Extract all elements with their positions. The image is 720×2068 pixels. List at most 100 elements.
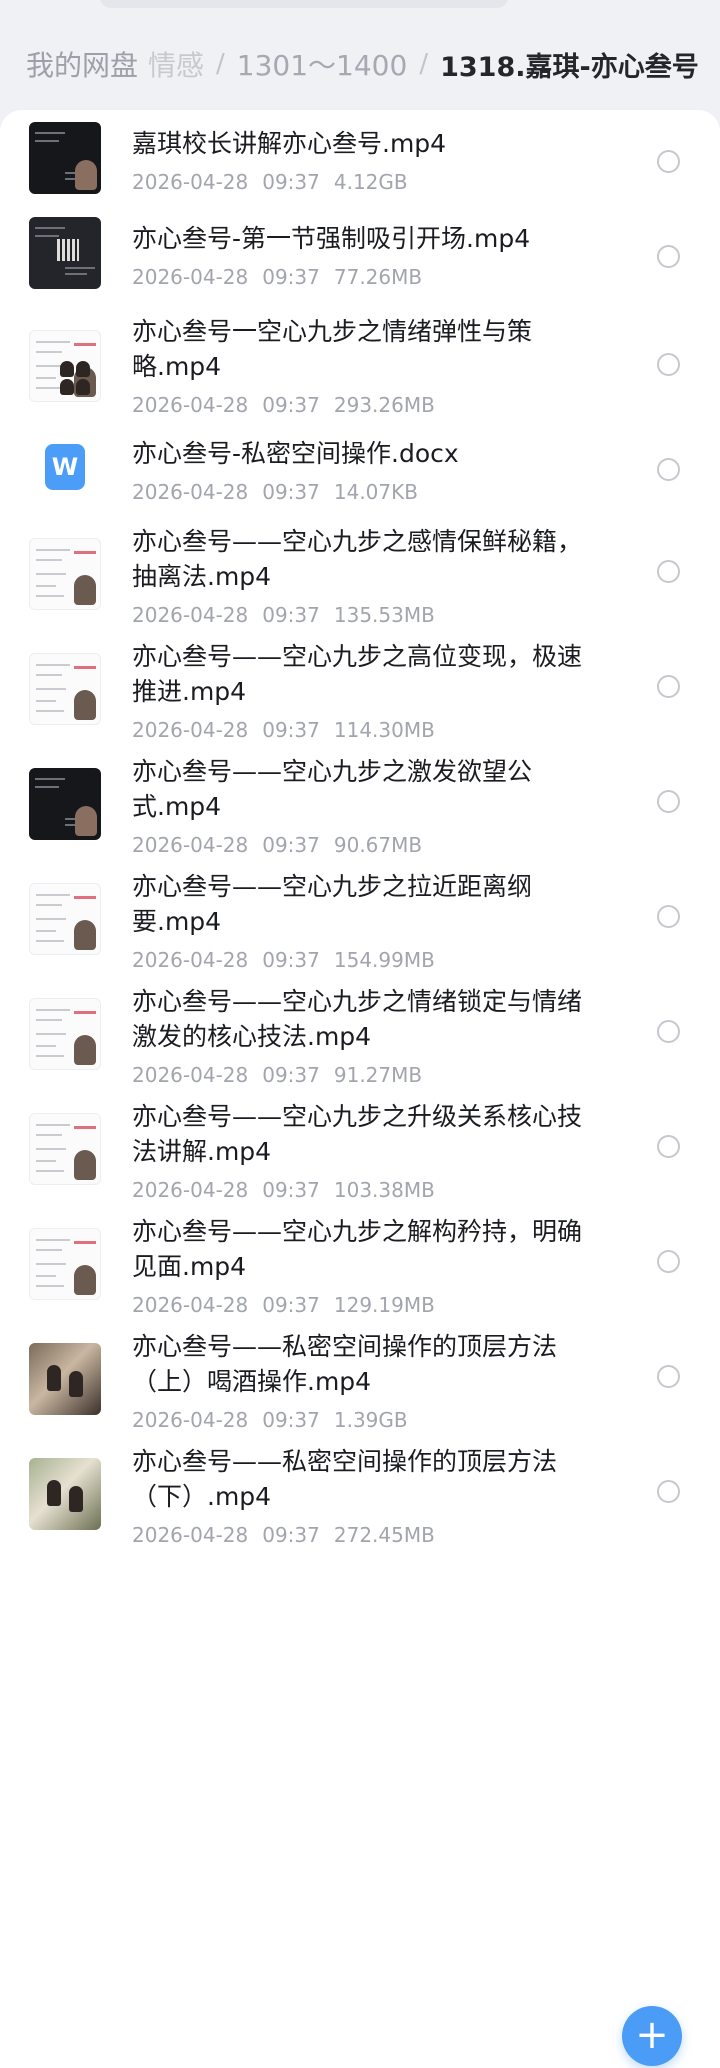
thumb-text-line [36, 663, 70, 666]
thumb-text-line [36, 917, 66, 920]
thumb-text-line [36, 699, 56, 702]
breadcrumb-separator: / [419, 49, 429, 79]
file-row[interactable]: 亦心叁号——空心九步之升级关系核心技 法讲解.mp4 2026-04-28 09:37… [0, 1085, 720, 1202]
file-meta: 2026-04-28 09:37 14.07KB [132, 479, 612, 505]
file-date: 2026-04-28 [132, 1523, 249, 1547]
file-meta: 2026-04-28 09:37 272.45MB [132, 1522, 612, 1548]
file-row[interactable]: 亦心叁号——空心九步之感情保鲜秘籍， 抽离法.mp4 2026-04-28 09:37… [0, 510, 720, 627]
file-meta: 2026-04-28 09:37 4.12GB [132, 169, 612, 195]
breadcrumb-current-folder: 1318.嘉琪-亦心叁号 [440, 51, 699, 83]
file-size: 77.26MB [333, 265, 423, 289]
video-thumbnail [29, 997, 101, 1070]
thumb-text-line [36, 1274, 56, 1277]
file-row[interactable]: 亦心叁号——空心九步之拉近距离纲 要.mp4 2026-04-28 09:37 154.… [0, 855, 720, 972]
select-radio[interactable] [657, 150, 680, 173]
file-size: 14.07KB [333, 480, 418, 504]
file-size: 129.19MB [333, 1293, 435, 1317]
top-search-pill[interactable] [100, 0, 508, 8]
add-button[interactable]: + [622, 2006, 682, 2066]
file-name: 略.mp4 [132, 352, 222, 381]
file-name: 亦心叁号——空心九步之高位变现，极速 [132, 642, 583, 671]
thumb-accent-bar [74, 1125, 96, 1129]
select-radio[interactable] [657, 560, 680, 583]
select-radio[interactable] [657, 1135, 680, 1158]
file-name: 亦心叁号一空心九步之情绪弹性与策 [132, 317, 533, 346]
file-time: 09:37 [262, 170, 320, 194]
thumb-text-line [36, 1044, 56, 1047]
file-row[interactable]: 亦心叁号——私密空间操作的顶层方法 （上）喝酒操作.mp4 2026-04-28 09… [0, 1315, 720, 1432]
thumb-accent-bar [74, 550, 96, 554]
thumb-accent-bar [74, 343, 96, 346]
file-row[interactable]: 亦心叁号——私密空间操作的顶层方法 （下）.mp4 2026-04-28 09:37 2… [0, 1430, 720, 1548]
video-thumbnail [29, 767, 101, 840]
breadcrumb-separator: / [216, 49, 225, 79]
file-size: 293.26MB [333, 393, 435, 417]
breadcrumb-home[interactable]: 我的网盘 [26, 44, 138, 84]
thumb-accent-bar [74, 1010, 96, 1014]
thumb-text-line [36, 1147, 66, 1150]
file-name: 嘉琪校长讲解亦心叁号.mp4 [132, 129, 447, 158]
file-name: （上）喝酒操作.mp4 [132, 1367, 372, 1396]
file-date: 2026-04-28 [132, 1178, 249, 1202]
video-thumbnail [29, 121, 101, 194]
select-radio[interactable] [657, 1020, 680, 1043]
thumb-speaker [74, 1264, 96, 1295]
thumb-accent-bar [74, 1240, 96, 1244]
file-date: 2026-04-28 [132, 603, 249, 627]
video-thumbnail [29, 1342, 101, 1415]
thumb-text-line [35, 226, 65, 229]
thumb-person [60, 379, 74, 395]
select-radio[interactable] [657, 1480, 680, 1503]
thumb-text-line [36, 558, 62, 561]
select-radio[interactable] [657, 245, 680, 268]
select-radio[interactable] [657, 790, 680, 813]
file-date: 2026-04-28 [132, 1408, 249, 1432]
select-radio[interactable] [657, 1365, 680, 1388]
file-name: 亦心叁号——私密空间操作的顶层方法 [132, 1332, 558, 1361]
select-radio[interactable] [657, 457, 680, 481]
file-time: 09:37 [262, 1408, 320, 1432]
thumb-person [47, 1479, 61, 1506]
file-row[interactable]: 亦心叁号——空心九步之高位变现，极速 推进.mp4 2026-04-28 09:37 1… [0, 625, 720, 742]
file-meta: 2026-04-28 09:37 293.26MB [132, 392, 612, 418]
file-date: 2026-04-28 [132, 948, 249, 972]
thumb-text-line [35, 234, 59, 237]
thumb-text-line [35, 139, 59, 142]
file-date: 2026-04-28 [132, 393, 249, 417]
select-radio[interactable] [657, 1250, 680, 1273]
thumb-speaker [74, 574, 96, 605]
thumb-text-line [36, 1018, 62, 1021]
file-size: 135.53MB [333, 603, 435, 627]
select-radio[interactable] [657, 675, 680, 698]
file-row[interactable]: 亦心叁号——空心九步之情绪锁定与情绪 激发的核心技法.mp4 2026-04-28 0… [0, 970, 720, 1087]
file-date: 2026-04-28 [132, 833, 249, 857]
file-name: 亦心叁号——空心九步之拉近距离纲 [132, 872, 533, 901]
file-name: 亦心叁号——私密空间操作的顶层方法 [132, 1447, 558, 1476]
file-row[interactable]: 亦心叁号一空心九步之情绪弹性与策 略.mp4 2026-04-28 09:37 293.… [0, 300, 720, 420]
file-row[interactable]: 亦心叁号——空心九步之解构矜持，明确 见面.mp4 2026-04-28 09:37 1… [0, 1200, 720, 1317]
file-time: 09:37 [262, 1293, 320, 1317]
thumb-text-line [36, 709, 64, 712]
select-radio[interactable] [657, 352, 680, 376]
file-name: 亦心叁号——空心九步之感情保鲜秘籍， [132, 527, 583, 556]
file-size: 1.39GB [333, 1408, 408, 1432]
file-row[interactable]: 亦心叁号——空心九步之激发欲望公 式.mp4 2026-04-28 09:37 90.6… [0, 740, 720, 857]
breadcrumb-folder-emotion[interactable]: 情感 [148, 44, 204, 84]
file-size: 4.12GB [333, 170, 408, 194]
thumb-text-line [65, 266, 95, 269]
file-date: 2026-04-28 [132, 1293, 249, 1317]
thumb-person [76, 379, 90, 395]
breadcrumb-folder-range[interactable]: 1301～1400 [237, 44, 408, 84]
file-time: 09:37 [262, 718, 320, 742]
thumb-person [69, 1370, 83, 1397]
thumb-text-line [36, 1238, 70, 1241]
thumb-speaker [74, 1034, 96, 1065]
file-row[interactable]: 嘉琪校长讲解亦心叁号.mp4 2026-04-28 09:37 4.12GB [0, 110, 720, 205]
thumb-person [69, 1485, 83, 1512]
thumb-text-line [35, 131, 65, 134]
file-row[interactable]: 亦心叁号-第一节强制吸引开场.mp4 2026-04-28 09:37 77.26MB [0, 205, 720, 300]
file-time: 09:37 [262, 948, 320, 972]
thumb-text-line [36, 1054, 64, 1057]
select-radio[interactable] [657, 905, 680, 928]
file-row[interactable]: W 亦心叁号-私密空间操作.docx 2026-04-28 09:37 14.07KB [0, 420, 720, 510]
